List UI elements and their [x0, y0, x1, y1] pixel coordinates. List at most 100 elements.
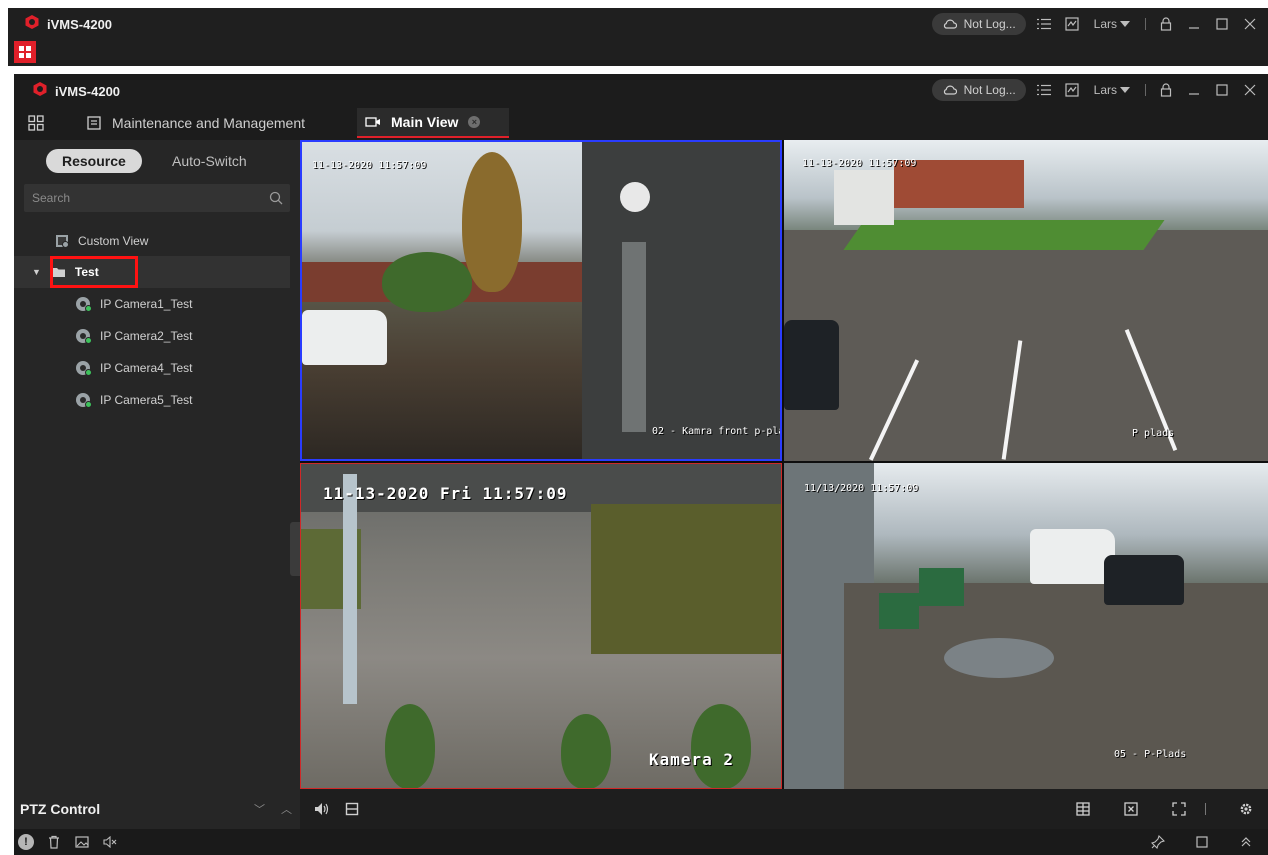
- fullscreen-icon[interactable]: [1171, 801, 1187, 817]
- video-tile-3[interactable]: 11-13-2020 Fri 11:57:09 Kamera 2: [300, 463, 782, 789]
- minimize-icon[interactable]: [1186, 16, 1202, 32]
- video-toolbar-right: [1061, 801, 1254, 817]
- camera-online-icon: [76, 297, 92, 312]
- app-logo-icon: [32, 81, 48, 102]
- double-chevron-up-icon[interactable]: [1238, 834, 1254, 850]
- image-capture-icon[interactable]: [74, 834, 90, 850]
- caret-down-icon[interactable]: [1117, 82, 1133, 98]
- cloud-icon: [942, 82, 958, 98]
- search-input[interactable]: [24, 191, 268, 205]
- window-division-icon[interactable]: [1075, 801, 1091, 817]
- osd-camera-name: 02 - Kamra front p-pla: [652, 426, 782, 437]
- custom-view-icon: [54, 233, 70, 249]
- parked-van: [302, 310, 387, 365]
- background-app-title: iVMS-4200: [47, 16, 113, 32]
- panel-collapse-handle[interactable]: [290, 522, 300, 576]
- window-restore-icon[interactable]: [1194, 834, 1210, 850]
- close-icon[interactable]: [1242, 16, 1258, 32]
- maximize-icon[interactable]: [1214, 82, 1230, 98]
- tree-item-camera[interactable]: IP Camera2_Test: [14, 320, 300, 352]
- list-icon[interactable]: [1036, 16, 1052, 32]
- separator: [1145, 18, 1146, 30]
- resource-tabs: Resource Auto-Switch: [14, 140, 300, 180]
- osd-camera-name: Kamera 2: [649, 750, 735, 769]
- ptz-control-header[interactable]: PTZ Control ﹀ ︿: [14, 789, 300, 829]
- white-van: [1030, 529, 1115, 584]
- lock-icon[interactable]: [1158, 16, 1174, 32]
- hedge: [382, 252, 472, 312]
- light-pole: [343, 474, 357, 704]
- tree-item-custom-view[interactable]: Custom View: [14, 226, 300, 256]
- chevron-up-icon[interactable]: ︿: [281, 801, 292, 817]
- resource-panel: Resource Auto-Switch Custom View ▼ Test …: [14, 140, 300, 789]
- list-icon[interactable]: [1036, 82, 1052, 98]
- osd-camera-name: P plads: [1132, 428, 1175, 439]
- tab-maintenance[interactable]: Maintenance and Management: [78, 108, 305, 138]
- camera-label: IP Camera4_Test: [100, 361, 193, 375]
- maximize-icon[interactable]: [1214, 16, 1230, 32]
- parking-lot: [784, 230, 1268, 461]
- user-name[interactable]: Lars: [1094, 83, 1117, 97]
- background-title-bar: iVMS-4200 Not Log... Lars: [8, 8, 1268, 40]
- video-camera-icon: [365, 114, 381, 130]
- tab-close-icon[interactable]: ×: [468, 116, 481, 128]
- close-icon[interactable]: [1242, 82, 1258, 98]
- trash-icon[interactable]: [46, 834, 62, 850]
- app-logo-icon: [24, 14, 40, 35]
- module-grid-icon[interactable]: [28, 115, 44, 136]
- grass-verge: [591, 504, 781, 654]
- minimize-icon[interactable]: [1186, 82, 1202, 98]
- separator: [1145, 84, 1146, 96]
- camera-online-icon: [76, 393, 92, 408]
- green-bin: [919, 568, 964, 606]
- search-icon[interactable]: [268, 190, 284, 206]
- video-tile-1[interactable]: 11-13-2020 11:57:09 02 - Kamra front p-p…: [300, 140, 782, 461]
- tab-resource[interactable]: Resource: [46, 149, 142, 173]
- expand-arrow-icon[interactable]: ▼: [32, 267, 41, 277]
- grid-icon: [19, 46, 31, 58]
- search-box: [24, 184, 290, 212]
- lock-icon[interactable]: [1158, 82, 1174, 98]
- pin-icon[interactable]: [1150, 834, 1166, 850]
- monitor-chart-icon[interactable]: [1064, 82, 1080, 98]
- monitor-chart-icon[interactable]: [1064, 16, 1080, 32]
- tab-auto-switch[interactable]: Auto-Switch: [156, 149, 263, 173]
- parked-car: [1104, 555, 1184, 605]
- resource-tree: Custom View ▼ Test IP Camera1_Test IP Ca…: [14, 226, 300, 416]
- video-tile-4[interactable]: 11/13/2020 11:57:09 05 - P-Plads: [784, 463, 1268, 789]
- alarm-warning-icon[interactable]: !: [18, 834, 34, 850]
- osd-timestamp: 11-13-2020 Fri 11:57:09: [323, 484, 568, 503]
- tree-group-test[interactable]: ▼ Test: [14, 256, 290, 288]
- chevron-down-icon[interactable]: ﹀: [254, 801, 265, 817]
- stop-all-icon[interactable]: [1123, 801, 1139, 817]
- background-window-controls: Not Log... Lars: [931, 8, 1258, 40]
- building-wall: [582, 142, 780, 459]
- tree: [462, 152, 522, 292]
- camera-online-icon: [76, 361, 92, 376]
- shrub: [385, 704, 435, 788]
- osd-timestamp: 11-13-2020 11:57:09: [802, 158, 917, 169]
- tree-item-camera[interactable]: IP Camera1_Test: [14, 288, 300, 320]
- osd-timestamp: 11/13/2020 11:57:09: [804, 483, 919, 494]
- video-tile-2[interactable]: 11-13-2020 11:57:09 P plads: [784, 140, 1268, 461]
- background-cloud-status-button[interactable]: Not Log...: [931, 13, 1026, 35]
- tree-item-camera[interactable]: IP Camera4_Test: [14, 352, 300, 384]
- annotation-highlight-box: [50, 256, 138, 288]
- tree-item-camera[interactable]: IP Camera5_Test: [14, 384, 300, 416]
- osd-timestamp: 11-13-2020 11:57:09: [312, 160, 427, 171]
- door-frame: [622, 242, 646, 432]
- save-layout-icon[interactable]: [344, 801, 360, 817]
- puddle: [944, 638, 1054, 678]
- home-grid-button[interactable]: [14, 41, 36, 63]
- tab-main-view[interactable]: Main View ×: [357, 108, 509, 138]
- cloud-status-button[interactable]: Not Log...: [931, 79, 1026, 101]
- green-bin: [879, 593, 919, 629]
- shrub: [561, 714, 611, 788]
- caret-down-icon[interactable]: [1117, 16, 1133, 32]
- background-user-name[interactable]: Lars: [1094, 17, 1117, 31]
- settings-gear-icon[interactable]: [1238, 801, 1254, 817]
- speaker-icon[interactable]: [314, 801, 330, 817]
- camera-label: IP Camera1_Test: [100, 297, 193, 311]
- mute-icon[interactable]: [102, 834, 118, 850]
- ptz-expand-controls: ﹀ ︿: [254, 801, 292, 817]
